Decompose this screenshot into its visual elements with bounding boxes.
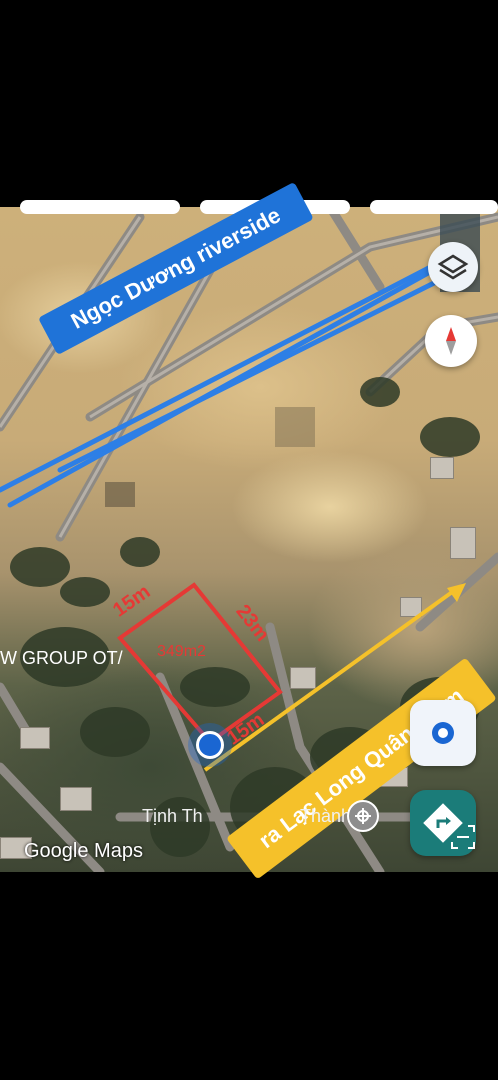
layers-button[interactable] (428, 242, 478, 292)
my-location-button[interactable] (410, 700, 476, 766)
search-chip-1[interactable] (20, 200, 180, 214)
layers-icon (437, 254, 469, 280)
search-chip-3[interactable] (370, 200, 498, 214)
lens-icon (451, 825, 475, 849)
area-label: 349m2 (157, 643, 206, 660)
google-maps-watermark: Google Maps (24, 840, 143, 862)
compass-button[interactable] (425, 315, 477, 367)
temple-marker-icon[interactable] (347, 800, 379, 832)
current-location-dot (196, 731, 224, 759)
my-location-icon (432, 722, 454, 744)
place-label-bottom[interactable]: Tịnh Th (142, 806, 203, 827)
lens-button[interactable] (448, 822, 478, 852)
place-label-left[interactable]: W GROUP OT/ (0, 648, 123, 669)
place-label-bottom-end[interactable]: Thành (300, 806, 351, 827)
compass-icon (446, 327, 456, 355)
